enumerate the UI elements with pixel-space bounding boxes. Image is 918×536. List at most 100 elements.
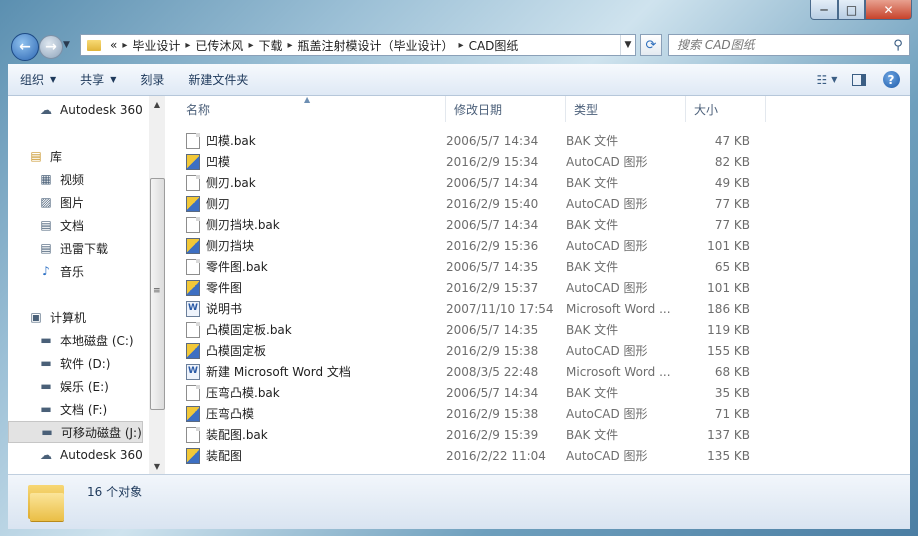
search-box[interactable]: ⚲	[668, 34, 910, 56]
address-history-dropdown[interactable]: ▼	[620, 35, 635, 55]
nav-item[interactable]: ▨ 图片	[8, 191, 84, 213]
nav-item[interactable]: ▣ 计算机	[8, 306, 86, 328]
file-row[interactable]: 凸模固定板 2016/2/9 15:38 AutoCAD 图形 155 KB	[170, 340, 910, 361]
column-header-type[interactable]: 类型	[566, 96, 686, 122]
sort-ascending-icon: ▲	[304, 95, 311, 104]
file-row[interactable]: 侧刃挡块 2016/2/9 15:36 AutoCAD 图形 101 KB	[170, 235, 910, 256]
nav-item-label: 可移动磁盘 (J:)	[61, 425, 142, 440]
refresh-button[interactable]: ⟳	[640, 34, 662, 56]
file-name-cell: 凸模固定板	[170, 342, 438, 359]
file-row[interactable]: 凹模.bak 2006/5/7 14:34 BAK 文件 47 KB	[170, 130, 910, 151]
file-row[interactable]: 侧刃 2016/2/9 15:40 AutoCAD 图形 77 KB	[170, 193, 910, 214]
file-name-cell: 压弯凸模.bak	[170, 384, 438, 401]
search-input[interactable]	[669, 37, 887, 53]
nav-item[interactable]: ☁ Autodesk 360	[8, 99, 143, 121]
nav-item[interactable]: ▤ 库	[8, 145, 62, 167]
organize-menu[interactable]: 组织 ▼	[8, 64, 68, 95]
minimize-button[interactable]: ─	[810, 0, 838, 20]
new-folder-label: 新建文件夹	[188, 73, 249, 87]
organize-label: 组织	[20, 73, 45, 87]
item-count: 16 个对象	[87, 485, 143, 499]
file-date: 2008/3/5 22:48	[446, 364, 539, 379]
file-row[interactable]: 侧刃.bak 2006/5/7 14:34 BAK 文件 49 KB	[170, 172, 910, 193]
recent-pages-dropdown[interactable]: ▼	[63, 40, 75, 52]
nav-item-label: 娱乐 (E:)	[60, 379, 109, 394]
command-bar: 组织 ▼ 共享 ▼ 刻录 新建文件夹 ☷ ▼ ?	[8, 64, 910, 96]
video-icon: ▦	[40, 172, 52, 186]
breadcrumb-item[interactable]: 瓶盖注射模设计（毕业设计）	[293, 37, 459, 54]
file-row[interactable]: 零件图.bak 2006/5/7 14:35 BAK 文件 65 KB	[170, 256, 910, 277]
nav-item[interactable]: ▬ 软件 (D:)	[8, 352, 110, 374]
column-header-date[interactable]: 修改日期	[446, 96, 566, 122]
breadcrumb-item[interactable]: 毕业设计	[127, 37, 185, 54]
nav-item[interactable]: ▬ 本地磁盘 (C:)	[8, 329, 133, 351]
column-header-size[interactable]: 大小	[686, 96, 766, 122]
file-row[interactable]: 凹模 2016/2/9 15:34 AutoCAD 图形 82 KB	[170, 151, 910, 172]
file-row[interactable]: 新建 Microsoft Word 文档 2008/3/5 22:48 Micros…	[170, 361, 910, 382]
file-name: 凸模固定板.bak	[206, 323, 292, 337]
download-icon: ▤	[40, 241, 52, 255]
file-row[interactable]: 侧刃挡块.bak 2006/5/7 14:34 BAK 文件 77 KB	[170, 214, 910, 235]
file-row[interactable]: 说明书 2007/11/10 17:54 Microsoft Word ... 186…	[170, 298, 910, 319]
search-icon[interactable]: ⚲	[887, 38, 909, 53]
file-name-cell: 凹模	[170, 153, 438, 170]
file-date: 2006/5/7 14:34	[446, 133, 539, 148]
file-row[interactable]: 零件图 2016/2/9 15:37 AutoCAD 图形 101 KB	[170, 277, 910, 298]
breadcrumb-item[interactable]: 已传沐风	[190, 37, 248, 54]
file-row[interactable]: 压弯凸模 2016/2/9 15:38 AutoCAD 图形 71 KB	[170, 403, 910, 424]
nav-item-label: 软件 (D:)	[60, 356, 111, 371]
caption-buttons: ─ □ ✕	[810, 0, 912, 20]
nav-item[interactable]: ▬ 娱乐 (E:)	[8, 375, 109, 397]
nav-item[interactable]: ▤ 文档	[8, 214, 84, 236]
drive-icon: ▬	[40, 379, 52, 393]
burn-button[interactable]: 刻录	[128, 64, 176, 95]
change-view-button[interactable]: ☷ ▼	[816, 69, 838, 91]
scroll-up-button[interactable]: ▲	[149, 96, 165, 112]
file-size: 155 KB	[707, 343, 750, 358]
preview-pane-button[interactable]	[848, 69, 870, 91]
nav-item[interactable]: ▬ 文档 (F:)	[8, 398, 107, 420]
burn-label: 刻录	[140, 73, 165, 87]
forward-button[interactable]: →	[39, 35, 63, 59]
file-size: 135 KB	[707, 448, 750, 463]
bak-file-icon	[186, 258, 200, 275]
bak-file-icon	[186, 321, 200, 338]
cloud-icon: ☁	[40, 103, 52, 117]
nav-item-label: 库	[50, 149, 63, 164]
word-file-icon	[186, 363, 200, 380]
breadcrumb-item[interactable]: 下载	[253, 37, 287, 54]
column-header-name[interactable]: 名称 ▲	[170, 95, 446, 122]
file-row[interactable]: 装配图.bak 2016/2/9 15:39 BAK 文件 137 KB	[170, 424, 910, 445]
file-type: AutoCAD 图形	[566, 281, 648, 295]
nav-item[interactable]: ♪ 音乐	[8, 260, 84, 282]
file-size: 71 KB	[714, 406, 750, 421]
file-row[interactable]: 装配图 2016/2/22 11:04 AutoCAD 图形 135 KB	[170, 445, 910, 466]
column-date-label: 修改日期	[454, 102, 503, 117]
navigation-pane-scrollbar[interactable]: ▲ ≡ ▼	[149, 96, 165, 474]
nav-item-label: Autodesk 360	[60, 448, 143, 462]
nav-item[interactable]: ▬ 可移动磁盘 (J:)	[8, 421, 143, 443]
breadcrumb-item[interactable]: CAD图纸	[464, 37, 524, 54]
file-rows: 凹模.bak 2006/5/7 14:34 BAK 文件 47 KB 凹模 2016/2/…	[170, 130, 910, 466]
help-button[interactable]: ?	[880, 69, 902, 91]
address-bar[interactable]: « ▸ 毕业设计 ▸ 已传沐风 ▸ 下载 ▸ 瓶盖注射模设计（毕业设计） ▸ CAD图纸 ▼	[80, 34, 636, 56]
scroll-down-button[interactable]: ▼	[149, 458, 165, 474]
navigation-pane: ☁ Autodesk 360 ▤ 库 ▦ 视频 ▨ 图片 ▤ 文档 ▤ 迅雷下载 ♪ 音乐 ▣ 计算机 ▬ 本地磁…	[8, 96, 148, 474]
drive-icon: ▬	[40, 402, 52, 416]
breadcrumb-overflow[interactable]: «	[105, 38, 122, 52]
file-name-cell: 凸模固定板.bak	[170, 321, 438, 338]
file-name-cell: 装配图.bak	[170, 426, 438, 443]
new-folder-button[interactable]: 新建文件夹	[176, 64, 260, 95]
nav-item[interactable]: ☁ Autodesk 360	[8, 444, 143, 466]
nav-item[interactable]: ▤ 迅雷下载	[8, 237, 108, 259]
back-button[interactable]: ←	[11, 33, 39, 61]
share-menu[interactable]: 共享 ▼	[68, 64, 128, 95]
maximize-button[interactable]: □	[838, 0, 865, 20]
music-icon: ♪	[42, 264, 50, 278]
file-name-cell: 说明书	[170, 300, 438, 317]
file-row[interactable]: 压弯凸模.bak 2006/5/7 14:34 BAK 文件 35 KB	[170, 382, 910, 403]
file-row[interactable]: 凸模固定板.bak 2006/5/7 14:35 BAK 文件 119 KB	[170, 319, 910, 340]
nav-item[interactable]: ▦ 视频	[8, 168, 84, 190]
file-name-cell: 压弯凸模	[170, 405, 438, 422]
close-button[interactable]: ✕	[865, 0, 912, 20]
